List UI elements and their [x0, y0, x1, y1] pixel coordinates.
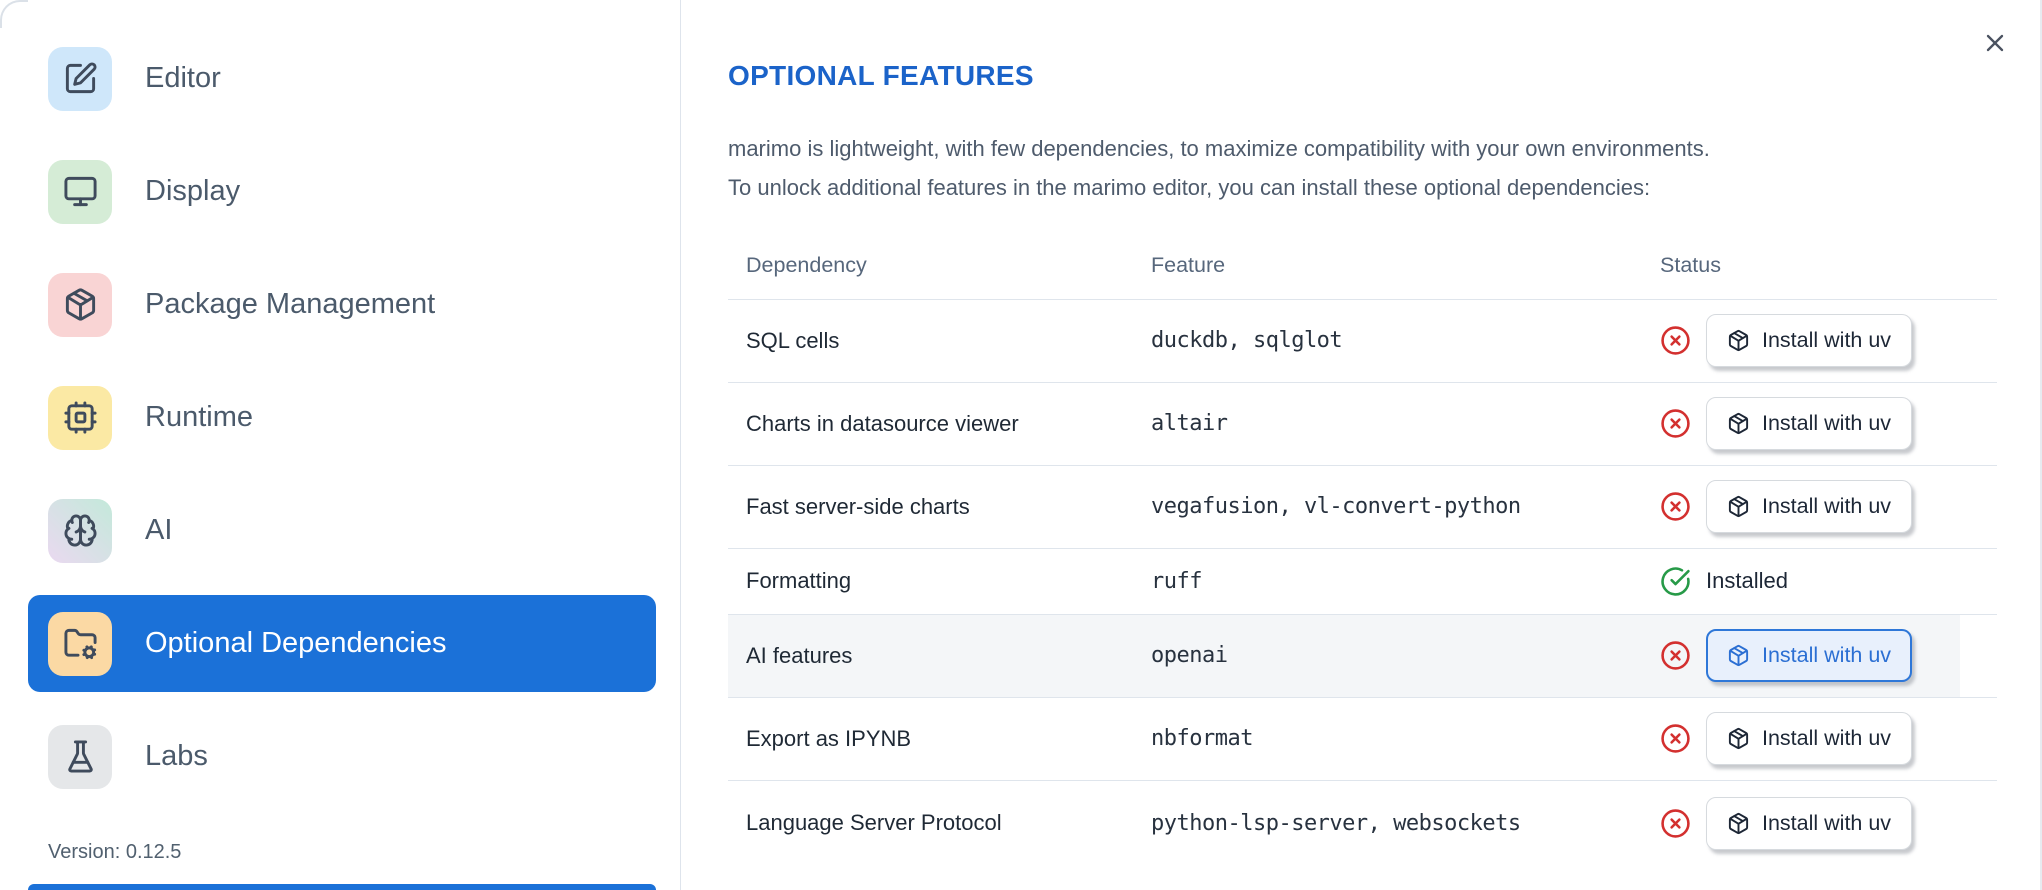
dependency-cell: Charts in datasource viewer [746, 410, 1019, 436]
install-button-label: Install with uv [1762, 643, 1892, 668]
install-with-uv-button[interactable]: Install with uv [1706, 314, 1913, 368]
install-button-label: Install with uv [1762, 328, 1892, 353]
sidebar-item-label: AI [145, 514, 173, 546]
close-button[interactable] [1980, 28, 2010, 58]
status-cell: Install with uv [1660, 629, 1997, 683]
status-cell: Install with uv [1660, 796, 1997, 850]
package-icon [1728, 728, 1749, 750]
install-button-label: Install with uv [1762, 726, 1892, 751]
install-with-uv-button[interactable]: Install with uv [1706, 397, 1913, 451]
sidebar-item-label: Labs [145, 740, 208, 772]
install-button-label: Install with uv [1762, 411, 1892, 436]
circle-x-icon [1661, 326, 1690, 355]
sidebar-item-label: Package Management [145, 288, 436, 320]
panel-description: marimo is lightweight, with few dependen… [728, 129, 2008, 207]
flask-icon [67, 740, 93, 773]
sidebar-item-package-management[interactable]: Package Management [28, 256, 656, 353]
panel-title: OPTIONAL FEATURES [728, 59, 1034, 91]
table-row-charts-in-datasource-viewer: Charts in datasource viewer altair Install… [728, 381, 1997, 465]
feature-cell: openai [1151, 643, 1228, 669]
feature-cell: vegafusion, vl-convert-python [1151, 494, 1521, 520]
x-icon [1986, 34, 2004, 52]
sidebar-item-editor[interactable]: Editor [28, 30, 656, 127]
sidebar-item-icon-tile [48, 46, 112, 111]
table-row-formatting: Formatting ruff Installed [728, 547, 1997, 614]
description-line-1: marimo is lightweight, with few dependen… [728, 135, 1710, 161]
install-button-label: Install with uv [1762, 810, 1892, 835]
install-with-uv-button[interactable]: Install with uv [1706, 480, 1913, 534]
column-header-feature: Feature [1151, 253, 1226, 278]
sidebar-bottom-item-edge [28, 884, 656, 890]
status-cell: Install with uv [1660, 314, 1997, 368]
dependency-cell: AI features [746, 642, 853, 668]
sidebar-item-label: Runtime [145, 401, 253, 433]
status-cell: Install with uv [1660, 397, 1997, 451]
table-row-fast-server-side-charts: Fast server-side charts vegafusion, vl-co… [728, 464, 1997, 548]
sidebar-item-icon-tile [48, 611, 112, 676]
monitor-icon [63, 176, 97, 207]
feature-cell: nbformat [1151, 726, 1253, 752]
circle-x-icon [1661, 492, 1690, 521]
optional-features-panel: OPTIONAL FEATURES marimo is lightweight,… [682, 0, 2042, 890]
sidebar-item-label: Optional Dependencies [145, 627, 447, 659]
sidebar-item-icon-tile [48, 724, 112, 789]
column-header-status: Status [1660, 253, 1721, 278]
table-row-sql-cells: SQL cells duckdb, sqlglot Install with uv [728, 298, 1997, 382]
package-icon [1728, 496, 1749, 518]
square-pen-icon [65, 62, 97, 94]
sidebar-item-optional-dependencies[interactable]: Optional Dependencies [28, 595, 656, 692]
table-body: SQL cells duckdb, sqlglot Install with uv C… [728, 298, 1997, 866]
circle-x-icon [1661, 809, 1690, 838]
installed-label: Installed [1706, 568, 1788, 594]
status-cell: Install with uv [1660, 480, 1997, 534]
feature-cell: duckdb, sqlglot [1151, 328, 1343, 354]
sidebar-nav-list: Editor Display Package Management Runtime AI… [0, 30, 680, 805]
settings-sidebar: Editor Display Package Management Runtime AI… [0, 0, 681, 890]
feature-cell: ruff [1151, 568, 1202, 594]
dependency-cell: Language Server Protocol [746, 810, 1002, 836]
dependency-cell: Export as IPYNB [746, 725, 912, 751]
sidebar-item-ai[interactable]: AI [28, 482, 656, 579]
status-cell: Installed [1660, 566, 1997, 597]
package-icon [1728, 413, 1749, 435]
install-with-uv-button[interactable]: Install with uv [1706, 712, 1913, 766]
brain-icon [63, 514, 97, 547]
install-button-label: Install with uv [1762, 494, 1892, 519]
feature-cell: altair [1151, 411, 1228, 437]
circle-x-icon [1661, 641, 1690, 670]
circle-check-icon [1661, 567, 1690, 596]
package-icon [1728, 812, 1749, 834]
sidebar-item-labs[interactable]: Labs [28, 708, 656, 805]
package-icon [1728, 645, 1749, 667]
sidebar-item-display[interactable]: Display [28, 143, 656, 240]
sidebar-item-icon-tile [48, 385, 112, 450]
install-with-uv-button[interactable]: Install with uv [1706, 796, 1913, 850]
dependency-cell: Formatting [746, 568, 852, 594]
circle-x-icon [1661, 409, 1690, 438]
dependency-cell: SQL cells [746, 327, 840, 353]
sidebar-item-icon-tile [48, 159, 112, 224]
circle-x-icon [1661, 724, 1690, 753]
sidebar-item-icon-tile [48, 272, 112, 337]
cpu-icon [63, 401, 97, 434]
table-row-language-server-protocol: Language Server Protocol python-lsp-serve… [728, 779, 1997, 866]
version-label: Version: 0.12.5 [48, 841, 182, 863]
feature-cell: python-lsp-server, websockets [1151, 810, 1521, 836]
sidebar-item-icon-tile [48, 498, 112, 563]
table-row-export-as-ipynb: Export as IPYNB nbformat Install with uv [728, 696, 1997, 780]
description-line-2: To unlock additional features in the mar… [728, 174, 1651, 200]
table-row-ai-features: AI features openai Install with uv [728, 613, 1997, 697]
sidebar-item-label: Editor [145, 62, 221, 94]
dependency-cell: Fast server-side charts [746, 493, 970, 519]
dependencies-table: Dependency Feature Status SQL cells duckd… [728, 233, 1997, 866]
folder-cog-icon [63, 628, 97, 660]
package-icon [65, 288, 95, 321]
status-cell: Install with uv [1660, 712, 1997, 766]
sidebar-item-runtime[interactable]: Runtime [28, 369, 656, 466]
column-header-dependency: Dependency [746, 253, 867, 278]
install-with-uv-button[interactable]: Install with uv [1706, 629, 1913, 683]
table-header-row: Dependency Feature Status [728, 233, 1997, 299]
sidebar-item-label: Display [145, 175, 241, 207]
package-icon [1728, 330, 1749, 352]
